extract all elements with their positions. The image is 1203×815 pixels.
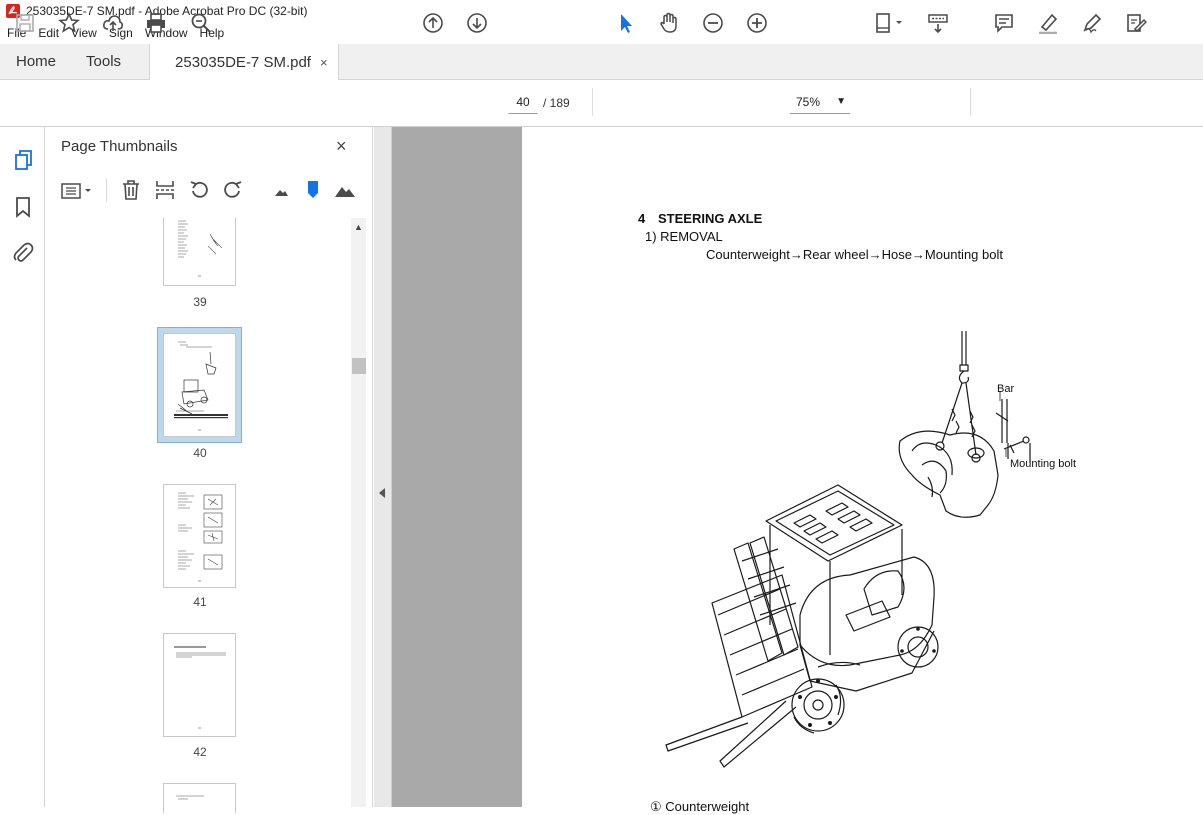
scroll-up-icon[interactable]: ▲ (354, 222, 363, 232)
save-icon[interactable] (13, 11, 37, 35)
thumbnail-label: 41 (193, 595, 207, 609)
rotate-clockwise-icon[interactable] (222, 179, 244, 201)
larger-thumbnails-icon[interactable] (334, 179, 356, 201)
menu-bar: File Edit View Sign Window Help (0, 22, 1203, 44)
thumbnail-page-41[interactable] (163, 484, 236, 588)
thumbnail-preview (174, 646, 226, 729)
panel-collapse-handle[interactable] (374, 127, 392, 807)
tab-document[interactable]: 253035DE-7 SM.pdf × (149, 44, 339, 81)
page-fit-icon[interactable] (872, 11, 906, 35)
thumbnail-page-42[interactable] (163, 633, 236, 737)
tab-home[interactable]: Home (0, 44, 72, 79)
thumbnail-size-slider-icon[interactable] (302, 179, 324, 201)
forklift-illustration (665, 331, 1031, 768)
thumbnail-scrollbar[interactable] (351, 218, 366, 807)
page-total: / 189 (543, 96, 570, 110)
scrollbar-thumb[interactable] (352, 358, 366, 374)
thumbnail-page-40[interactable] (163, 333, 236, 437)
step-heading: 1) REMOVAL (645, 229, 723, 244)
thumbnail-label: 39 (193, 295, 207, 309)
collapse-arrow-icon (379, 488, 385, 498)
upload-cloud-icon[interactable] (101, 11, 125, 35)
thumbnail-label: 42 (193, 745, 207, 759)
thumbnail-page-43[interactable] (163, 783, 236, 813)
extract-pages-icon[interactable] (154, 179, 176, 201)
toolbar-divider (592, 88, 593, 116)
toolbar-divider (970, 88, 971, 116)
fill-sign-icon[interactable] (1124, 11, 1148, 35)
comment-icon[interactable] (992, 11, 1016, 35)
next-page-icon[interactable] (465, 11, 489, 35)
thumbnail-preview (176, 795, 204, 800)
select-cursor-icon[interactable] (614, 11, 638, 35)
scroll-mode-icon[interactable] (926, 11, 950, 35)
tab-bar: Home Tools 253035DE-7 SM.pdf × (0, 44, 1203, 81)
draw-pen-icon[interactable] (1080, 11, 1104, 35)
tab-document-label: 253035DE-7 SM.pdf (175, 54, 311, 71)
previous-page-icon[interactable] (421, 11, 445, 35)
zoom-value: 75% (796, 95, 821, 109)
title-bar: 253035DE-7 SM.pdf - Adobe Acrobat Pro DC… (0, 0, 1203, 22)
footer-item: ① Counterweight (650, 799, 750, 814)
removal-sequence: Counterweight→Rear wheel→Hose→Mounting b… (706, 247, 1003, 262)
zoom-select[interactable]: 75% ▼ (790, 90, 850, 114)
highlight-pen-icon[interactable] (1036, 11, 1060, 35)
tab-close-icon[interactable]: × (320, 55, 328, 70)
thumbnail-preview (178, 492, 223, 582)
zoom-in-icon[interactable] (745, 11, 769, 35)
thumbnail-page-39[interactable] (163, 218, 236, 286)
hand-tool-icon[interactable] (657, 11, 681, 35)
panel-divider (106, 178, 107, 202)
page-thumbnails-icon[interactable] (11, 148, 35, 172)
bookmark-icon[interactable] (11, 195, 35, 219)
main-toolbar (0, 80, 1203, 127)
smaller-thumbnails-icon[interactable] (270, 179, 292, 201)
left-navigation-rail (0, 127, 45, 807)
attachment-icon[interactable] (11, 241, 35, 265)
thumbnail-preview (178, 220, 223, 277)
chevron-down-icon: ▼ (836, 96, 846, 107)
thumbnail-label: 40 (193, 446, 207, 460)
print-icon[interactable] (144, 11, 168, 35)
section-number: 4 (638, 211, 646, 226)
thumbnail-options-icon[interactable] (60, 180, 96, 202)
rotate-counterclockwise-icon[interactable] (188, 179, 210, 201)
star-icon[interactable] (57, 11, 81, 35)
section-title: STEERING AXLE (658, 211, 763, 226)
document-background (374, 127, 522, 807)
panel-title: Page Thumbnails (61, 138, 178, 155)
page-number-input[interactable]: 40 (508, 90, 538, 114)
thumbnail-preview (174, 341, 228, 431)
panel-close-icon[interactable]: × (336, 136, 347, 157)
tab-tools[interactable]: Tools (72, 44, 137, 79)
delete-trash-icon[interactable] (120, 179, 142, 201)
zoom-out-icon[interactable] (701, 11, 725, 35)
search-zoom-icon[interactable] (189, 11, 213, 35)
